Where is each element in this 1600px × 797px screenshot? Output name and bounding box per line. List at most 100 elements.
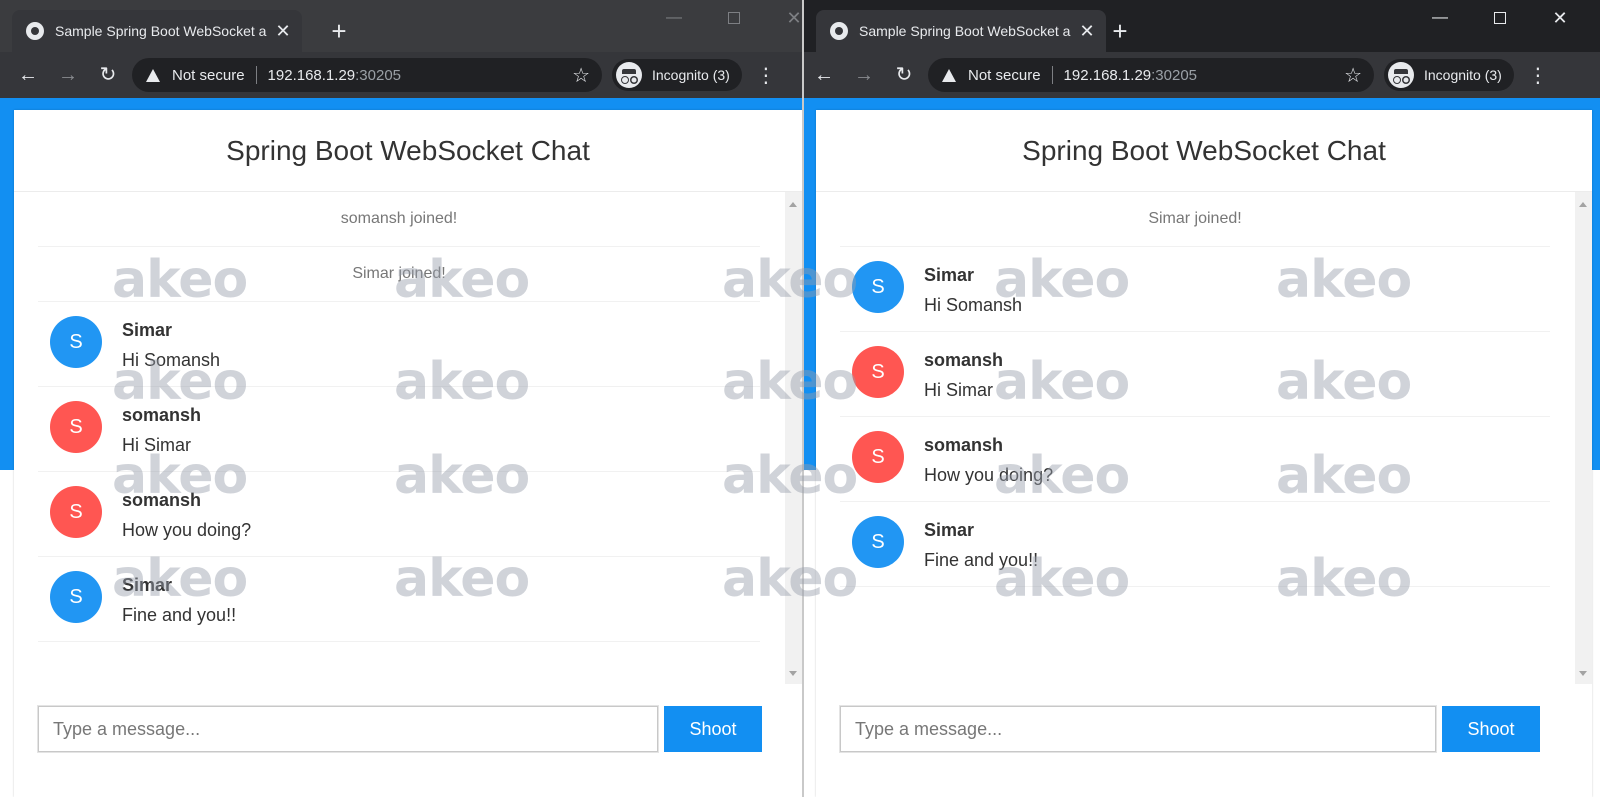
chat-message: S Simar Hi Somansh	[38, 302, 760, 387]
incognito-profile-button[interactable]: Incognito (3)	[1384, 59, 1514, 91]
shoot-button[interactable]: Shoot	[1442, 706, 1540, 752]
desktop: Sample Spring Boot WebSocket a ✕ + — ✕ ←…	[0, 0, 1600, 797]
security-label[interactable]: Not secure	[968, 67, 1041, 84]
back-arrow-icon[interactable]: ←	[804, 65, 844, 85]
address-bar[interactable]: Not secure 192.168.1.29:30205 ☆	[132, 58, 602, 92]
browser-toolbar: ← → ↻ Not secure 192.168.1.29:30205 ☆ In…	[0, 52, 802, 98]
maximize-icon[interactable]	[704, 9, 764, 27]
minimize-icon[interactable]: —	[1410, 9, 1470, 27]
security-label[interactable]: Not secure	[172, 67, 245, 84]
sender-name: Simar	[122, 320, 173, 340]
forward-arrow-icon[interactable]: →	[48, 65, 88, 85]
warning-icon	[942, 68, 956, 82]
scroll-up-icon[interactable]	[789, 202, 797, 207]
globe-icon	[26, 22, 44, 40]
message-list: somansh joined! Simar joined! S Simar Hi Som…	[38, 192, 760, 642]
avatar: S	[50, 316, 102, 368]
avatar: S	[852, 431, 904, 483]
sender-name: Simar	[122, 575, 173, 595]
tab-title: Sample Spring Boot WebSocket a	[55, 23, 267, 39]
back-arrow-icon[interactable]: ←	[8, 65, 48, 85]
address-bar[interactable]: Not secure 192.168.1.29:30205 ☆	[928, 58, 1374, 92]
message-input[interactable]	[839, 705, 1437, 753]
close-window-icon[interactable]: ✕	[764, 8, 802, 29]
new-tab-button[interactable]: +	[326, 18, 352, 44]
avatar: S	[852, 516, 904, 568]
message-text: Hi Somansh	[924, 295, 1023, 315]
divider	[1051, 66, 1053, 84]
sender-name: somansh	[924, 435, 1004, 455]
message-composer: Shoot	[816, 705, 1592, 754]
incognito-label: Incognito (3)	[1424, 67, 1502, 83]
message-text: Hi Simar	[924, 380, 994, 400]
chat-card: Spring Boot WebSocket Chat somansh joine…	[14, 110, 802, 797]
message-area[interactable]: Simar joined! S Simar Hi Somansh Ssomansh Hi …	[816, 192, 1592, 684]
chat-message: Ssomansh How you doing?	[38, 472, 760, 557]
tab-strip: Sample Spring Boot WebSocket a ✕ + — ✕	[0, 0, 802, 52]
reload-icon[interactable]: ↻	[88, 65, 128, 85]
page-title: Spring Boot WebSocket Chat	[1022, 134, 1386, 166]
close-tab-icon[interactable]: ✕	[1078, 22, 1096, 40]
event-text: Simar joined!	[352, 265, 446, 282]
forward-arrow-icon[interactable]: →	[844, 65, 884, 85]
incognito-label: Incognito (3)	[652, 67, 730, 83]
sender-name: Simar	[924, 520, 975, 540]
message-text: How you doing?	[122, 520, 252, 540]
divider	[255, 66, 257, 84]
scroll-down-icon[interactable]	[789, 671, 797, 676]
event-message: somansh joined!	[38, 192, 760, 247]
scroll-up-icon[interactable]	[1579, 202, 1587, 207]
kebab-menu-icon[interactable]: ⋮	[750, 63, 782, 88]
message-text: Fine and you!!	[122, 605, 237, 625]
globe-icon	[830, 22, 848, 40]
scrollbar[interactable]	[1575, 192, 1592, 684]
scrollbar[interactable]	[785, 192, 802, 684]
message-text: Hi Simar	[122, 435, 192, 455]
message-list: Simar joined! S Simar Hi Somansh Ssomansh Hi …	[840, 192, 1550, 587]
shoot-button[interactable]: Shoot	[664, 706, 762, 752]
minimize-icon[interactable]: —	[644, 9, 704, 27]
maximize-icon[interactable]	[1470, 9, 1530, 27]
browser-window-left: Sample Spring Boot WebSocket a ✕ + — ✕ ←…	[0, 0, 802, 797]
message-text: How you doing?	[924, 465, 1054, 485]
browser-tab[interactable]: Sample Spring Boot WebSocket a ✕	[816, 10, 1106, 52]
scroll-down-icon[interactable]	[1579, 671, 1587, 676]
kebab-menu-icon[interactable]: ⋮	[1522, 63, 1554, 88]
avatar: S	[50, 401, 102, 453]
avatar: S	[852, 346, 904, 398]
browser-toolbar: ← → ↻ Not secure 192.168.1.29:30205 ☆ In…	[804, 52, 1600, 98]
close-window-icon[interactable]: ✕	[1530, 8, 1590, 29]
incognito-icon	[1388, 62, 1414, 88]
event-text: somansh joined!	[340, 210, 458, 227]
message-input[interactable]	[37, 705, 659, 753]
new-tab-button[interactable]: +	[1107, 18, 1133, 44]
sender-name: Simar	[924, 265, 975, 285]
chat-message: S Simar Hi Somansh	[840, 247, 1550, 332]
bookmark-star-icon[interactable]: ☆	[1344, 63, 1362, 88]
window-controls: — ✕	[644, 8, 802, 28]
chat-message: Ssomansh How you doing?	[840, 417, 1550, 502]
tab-title: Sample Spring Boot WebSocket a	[859, 23, 1071, 39]
event-message: Simar joined!	[38, 247, 760, 302]
chat-header: Spring Boot WebSocket Chat	[816, 110, 1592, 192]
event-text: Simar joined!	[1148, 210, 1242, 227]
bookmark-star-icon[interactable]: ☆	[572, 63, 590, 88]
reload-icon[interactable]: ↻	[884, 65, 924, 85]
tab-strip: Sample Spring Boot WebSocket a ✕ + — ✕	[804, 0, 1600, 52]
avatar: S	[50, 486, 102, 538]
chat-message: Ssomansh Hi Simar	[38, 387, 760, 472]
avatar: S	[50, 571, 102, 623]
avatar: S	[852, 261, 904, 313]
sender-name: somansh	[122, 490, 202, 510]
message-area[interactable]: somansh joined! Simar joined! S Simar Hi Som…	[14, 192, 802, 684]
sender-name: somansh	[122, 405, 202, 425]
url-port: :30205	[1151, 66, 1198, 84]
close-tab-icon[interactable]: ✕	[274, 22, 292, 40]
message-composer: Shoot	[14, 705, 802, 754]
browser-tab[interactable]: Sample Spring Boot WebSocket a ✕	[12, 10, 302, 52]
message-text: Hi Somansh	[122, 350, 221, 370]
url-host: 192.168.1.29	[1063, 66, 1152, 84]
incognito-profile-button[interactable]: Incognito (3)	[612, 59, 742, 91]
chat-header: Spring Boot WebSocket Chat	[14, 110, 802, 192]
chat-message: Ssomansh Hi Simar	[840, 332, 1550, 417]
